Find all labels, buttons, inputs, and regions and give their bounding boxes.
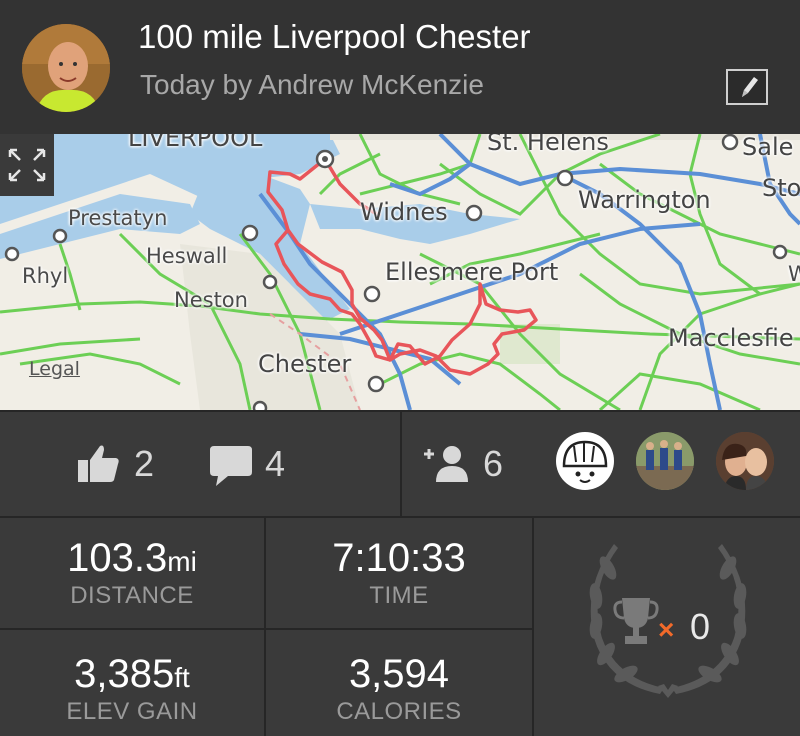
map-label-w: W	[788, 262, 800, 286]
stat-elevation: 3,385ft ELEV GAIN	[0, 630, 266, 736]
map-label-chester: Chester	[258, 350, 352, 378]
distance-value: 103.3	[67, 536, 168, 580]
map-label-st-helens: St. Helens	[487, 134, 609, 156]
map-label-rhyl: Rhyl	[22, 264, 69, 288]
social-divider	[400, 410, 402, 518]
kudos-button[interactable]	[76, 442, 124, 491]
add-athlete-icon	[424, 446, 468, 482]
map-label-macclesfield: Macclesfie	[668, 324, 794, 352]
activity-title: 100 mile Liverpool Chester	[138, 18, 531, 55]
trophy-icon-wrapper	[612, 594, 660, 653]
map-label-warrington: Warrington	[578, 186, 711, 214]
athlete-avatar-1[interactable]	[556, 432, 614, 490]
kudos-count[interactable]: 2	[134, 443, 154, 485]
elevation-label: ELEV GAIN	[66, 698, 198, 725]
comments-button[interactable]	[208, 446, 254, 491]
map-label-neston: Neston	[174, 288, 248, 312]
calories-value: 3,594	[348, 652, 450, 696]
athletes-button[interactable]	[422, 444, 474, 489]
athlete-avatar-3[interactable]	[716, 432, 774, 490]
distance-unit: mi	[167, 546, 197, 577]
stat-calories: 3,594 CALORIES	[266, 630, 534, 736]
pencil-icon	[742, 77, 758, 97]
thumbs-up-icon	[78, 445, 119, 482]
achievement-count: 0	[690, 606, 711, 647]
expand-map-button[interactable]	[0, 134, 54, 196]
map-label-widnes: Widnes	[360, 198, 448, 226]
time-label: TIME	[369, 582, 429, 609]
edit-button[interactable]	[726, 69, 768, 105]
expand-icon	[8, 148, 46, 182]
map-label-ellesmere-port: Ellesmere Port	[385, 258, 559, 286]
distance-label: DISTANCE	[70, 582, 194, 609]
stat-distance: 103.3mi DISTANCE	[0, 518, 266, 630]
map-label-liverpool: LIVERPOOL	[128, 134, 263, 152]
comments-count[interactable]: 4	[265, 443, 285, 485]
athlete-avatar[interactable]	[22, 24, 110, 112]
calories-label: CALORIES	[336, 698, 462, 725]
map-legal-link[interactable]: Legal	[29, 358, 80, 380]
distance-value-line: 103.3mi	[0, 536, 264, 581]
elevation-unit: ft	[174, 662, 190, 693]
trophy-icon	[613, 598, 659, 644]
activity-subtitle: Today by Andrew McKenzie	[140, 69, 484, 100]
map-label-prestatyn: Prestatyn	[68, 206, 168, 230]
map-label-heswall: Heswall	[146, 244, 228, 268]
route-map[interactable]: LIVERPOOL St. Helens Sale Sto Prestatyn …	[0, 134, 800, 410]
athlete-avatar-2[interactable]	[636, 432, 694, 490]
elevation-value: 3,385	[74, 652, 175, 696]
activity-header: 100 mile Liverpool Chester Today by Andr…	[0, 0, 800, 134]
time-value: 7:10:33	[332, 536, 466, 580]
map-label-sale: Sale	[742, 134, 794, 161]
elevation-value-line: 3,385ft	[0, 652, 264, 697]
stat-time: 7:10:33 TIME	[266, 518, 534, 630]
map-label-stockport: Sto	[762, 174, 800, 202]
comment-icon	[210, 446, 252, 486]
athletes-count[interactable]: 6	[483, 443, 503, 485]
achievement-multiplier: ×	[658, 614, 675, 645]
